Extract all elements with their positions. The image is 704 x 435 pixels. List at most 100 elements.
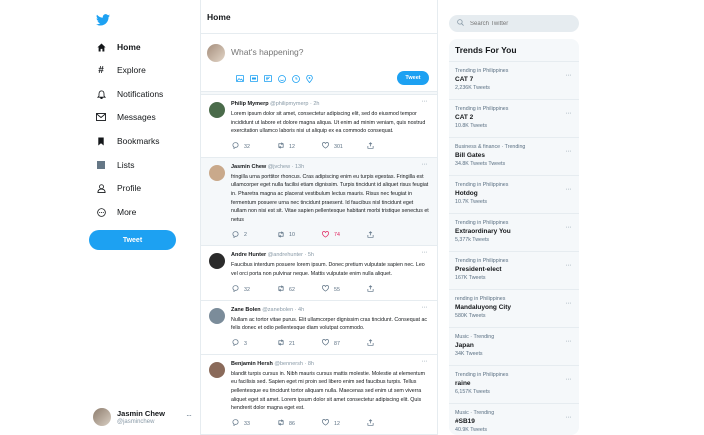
- compose-tweet-button[interactable]: Tweet: [397, 71, 429, 85]
- avatar[interactable]: [209, 253, 225, 270]
- nav-label: Profile: [117, 183, 142, 193]
- more-icon[interactable]: ···: [566, 338, 572, 345]
- more-icon[interactable]: ···: [566, 72, 572, 79]
- tweet-author-name[interactable]: Andre Hunter: [231, 252, 266, 258]
- tweet[interactable]: Andre Hunter @andrehunter · 5h ··· Faucibu…: [201, 246, 437, 301]
- more-icon[interactable]: ···: [566, 110, 572, 117]
- twitter-bird-icon[interactable]: [96, 14, 110, 26]
- retweet-button[interactable]: 86: [276, 419, 321, 428]
- retweet-count: 62: [289, 286, 295, 293]
- more-icon[interactable]: ···: [422, 358, 428, 365]
- share-button[interactable]: [366, 419, 411, 428]
- nav-explore[interactable]: # Explore: [94, 62, 146, 78]
- more-icon[interactable]: ···: [422, 98, 428, 105]
- more-icon[interactable]: ···: [566, 224, 572, 231]
- account-switcher[interactable]: Jasmin Chew @jasminchew ···: [93, 405, 193, 429]
- avatar[interactable]: [209, 102, 225, 118]
- trend-name: Hotdog: [455, 190, 478, 197]
- schedule-icon[interactable]: [291, 74, 300, 83]
- trend-item[interactable]: Trending in Philippines CAT 7 2,236K Tweet…: [449, 62, 579, 100]
- trend-item[interactable]: Music · Trending Japan 34K Tweets ···: [449, 328, 579, 366]
- trend-item[interactable]: Trending in Philippines raine 6,157K Tweet…: [449, 366, 579, 404]
- nav-home[interactable]: Home: [94, 39, 141, 55]
- tweet-time[interactable]: 2h: [313, 101, 319, 107]
- search-icon: [457, 19, 464, 28]
- more-icon[interactable]: ···: [566, 414, 572, 421]
- search-input[interactable]: [470, 20, 570, 27]
- trend-context: Trending in Philippines: [455, 372, 509, 378]
- trend-item[interactable]: Business & finance · Trending Bill Gates 3…: [449, 138, 579, 176]
- nav-lists[interactable]: Lists: [94, 157, 134, 173]
- search-bar[interactable]: [449, 15, 579, 32]
- retweet-button[interactable]: 12: [276, 142, 321, 151]
- like-button[interactable]: 12: [321, 419, 366, 428]
- like-button[interactable]: 87: [321, 339, 366, 348]
- retweet-button[interactable]: 62: [276, 285, 321, 294]
- reply-icon: [231, 285, 240, 294]
- trend-item[interactable]: Music · Trending #SB19 40.9K Tweets ···: [449, 404, 579, 435]
- more-icon[interactable]: ···: [566, 262, 572, 269]
- avatar: [207, 44, 225, 62]
- bookmark-icon: [94, 134, 108, 148]
- share-button[interactable]: [366, 285, 411, 294]
- tweet[interactable]: Benjamin Hersh @bennersh · 8h ··· blandit …: [201, 355, 437, 435]
- reply-button[interactable]: 32: [231, 142, 276, 151]
- emoji-icon[interactable]: [277, 74, 286, 83]
- trend-item[interactable]: Trending in Philippines President-elect 16…: [449, 252, 579, 290]
- tweet-text: fringilla urna porttitor rhoncus. Cras a…: [231, 173, 429, 223]
- location-icon[interactable]: [305, 74, 314, 83]
- more-icon[interactable]: ···: [566, 148, 572, 155]
- reply-button[interactable]: 3: [231, 339, 276, 348]
- trend-item[interactable]: Trending in Philippines Extraordinary You…: [449, 214, 579, 252]
- nav-profile[interactable]: Profile: [94, 180, 141, 196]
- like-button[interactable]: 55: [321, 285, 366, 294]
- share-button[interactable]: [366, 142, 411, 151]
- compose-input[interactable]: [231, 47, 381, 57]
- gif-icon[interactable]: [249, 74, 258, 83]
- nav-notifications[interactable]: Notifications: [94, 86, 163, 102]
- tweet-time[interactable]: 8h: [308, 361, 314, 367]
- share-button[interactable]: [366, 231, 411, 240]
- nav-more[interactable]: More: [94, 204, 136, 220]
- avatar[interactable]: [209, 361, 225, 378]
- tweet[interactable]: Zane Bolen @zanebolen · 4h ··· Nullam ac t…: [201, 301, 437, 355]
- avatar[interactable]: [209, 164, 225, 181]
- tweet-author-name[interactable]: Philip Mymerp: [231, 101, 269, 107]
- more-icon[interactable]: ···: [566, 376, 572, 383]
- nav-bookmarks[interactable]: Bookmarks: [94, 133, 160, 149]
- tweet-author-name[interactable]: Jasmin Chew: [231, 164, 266, 170]
- more-icon[interactable]: ···: [186, 411, 192, 420]
- tweet-author-name[interactable]: Benjamin Hersh: [231, 361, 273, 367]
- retweet-button[interactable]: 10: [276, 231, 321, 240]
- avatar[interactable]: [209, 307, 225, 324]
- tweet-time[interactable]: 5h: [308, 252, 314, 258]
- trend-count: 580K Tweets: [455, 313, 486, 319]
- tweet[interactable]: Jasmin Chew @jvchew · 13h ··· fringilla ur…: [201, 157, 437, 247]
- share-icon: [366, 231, 375, 240]
- tweet-button[interactable]: Tweet: [89, 230, 176, 250]
- nav-messages[interactable]: Messages: [94, 109, 156, 125]
- trend-item[interactable]: rending in Philippines Mandaluyong City 58…: [449, 290, 579, 328]
- reply-button[interactable]: 33: [231, 419, 276, 428]
- reply-button[interactable]: 32: [231, 285, 276, 294]
- share-button[interactable]: [366, 339, 411, 348]
- reply-button[interactable]: 2: [231, 231, 276, 240]
- tweet-author-name[interactable]: Zane Bolen: [231, 307, 261, 313]
- more-icon[interactable]: ···: [566, 300, 572, 307]
- trend-name: raine: [455, 380, 471, 387]
- page-title: Home: [201, 0, 437, 34]
- image-icon[interactable]: [235, 74, 244, 83]
- trend-item[interactable]: Trending in Philippines CAT 2 10.8K Tweets…: [449, 100, 579, 138]
- more-icon[interactable]: ···: [422, 304, 428, 311]
- poll-icon[interactable]: [263, 74, 272, 83]
- tweet-time[interactable]: 13h: [295, 164, 304, 170]
- more-icon[interactable]: ···: [422, 249, 428, 256]
- tweet[interactable]: Philip Mymerp @philipmymerp · 2h ··· Lorem…: [201, 95, 437, 158]
- retweet-button[interactable]: 21: [276, 339, 321, 348]
- tweet-time[interactable]: 4h: [298, 307, 304, 313]
- more-icon[interactable]: ···: [422, 161, 428, 168]
- like-button[interactable]: 301: [321, 142, 366, 151]
- trend-item[interactable]: Trending in Philippines Hotdog 10.7K Tweet…: [449, 176, 579, 214]
- like-button[interactable]: 74: [321, 231, 366, 240]
- more-icon[interactable]: ···: [566, 186, 572, 193]
